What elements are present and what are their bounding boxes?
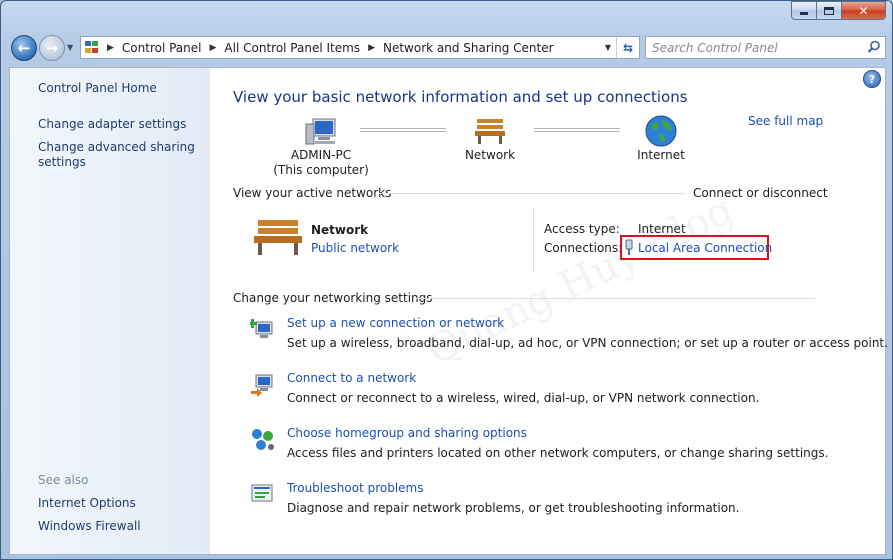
sidebar-change-advanced-sharing[interactable]: Change advanced sharing settings: [38, 140, 195, 170]
breadcrumb-control-panel[interactable]: Control Panel: [122, 41, 202, 55]
map-node-computer[interactable]: ADMIN-PC (This computer): [266, 116, 376, 178]
main-panel: Quang Huy Blog ? View your basic network…: [210, 68, 888, 554]
search-icon[interactable]: [867, 40, 881, 54]
breadcrumb-separator-icon[interactable]: ▶: [368, 43, 375, 53]
network-label: Network: [464, 148, 516, 162]
access-type-value: Internet: [638, 222, 686, 236]
map-node-network[interactable]: Network: [460, 116, 520, 163]
map-node-internet[interactable]: Internet: [630, 114, 692, 163]
section-divider: [415, 298, 815, 299]
help-button[interactable]: ?: [863, 70, 881, 88]
recent-pages-dropdown[interactable]: ▼: [67, 43, 77, 53]
bench-large-icon: [254, 220, 302, 255]
minimize-icon: [800, 12, 808, 15]
see-full-map-link[interactable]: See full map: [748, 114, 823, 128]
setup-connection-link[interactable]: Set up a new connection or network: [287, 316, 504, 330]
sidebar-control-panel-home[interactable]: Control Panel Home: [38, 81, 157, 96]
computer-subtitle: (This computer): [273, 163, 369, 177]
breadcrumb-all-items[interactable]: All Control Panel Items: [224, 41, 360, 55]
ethernet-plug-icon: [625, 239, 633, 255]
sidebar-internet-options[interactable]: Internet Options: [38, 496, 136, 511]
troubleshoot-link[interactable]: Troubleshoot problems: [287, 481, 423, 495]
local-area-connection-link[interactable]: Local Area Connection: [638, 241, 772, 255]
breadcrumb-root-arrow-icon[interactable]: ▶: [107, 43, 114, 53]
page-title: View your basic network information and …: [233, 88, 688, 106]
active-networks-heading: View your active networks: [233, 186, 392, 200]
map-connector: [534, 128, 620, 132]
sidebar-see-also-heading: See also: [38, 473, 89, 487]
minimize-button[interactable]: [791, 1, 817, 20]
window-frame: ✕ ← → ▼ ▶ Control Panel ▶ All Control Pa…: [0, 0, 893, 560]
homegroup-description: Access files and printers located on oth…: [287, 446, 829, 460]
setup-connection-description: Set up a wireless, broadband, dial-up, a…: [287, 336, 888, 350]
maximize-button[interactable]: [817, 1, 842, 20]
access-type-label: Access type:: [544, 222, 620, 236]
connect-or-disconnect-link[interactable]: Connect or disconnect: [693, 186, 828, 200]
connections-label: Connections:: [544, 241, 623, 255]
connect-network-icon: [251, 374, 273, 397]
caption-buttons: ✕: [791, 1, 886, 20]
refresh-icon: ⇆: [622, 40, 634, 55]
back-arrow-icon: ←: [17, 39, 31, 57]
change-settings-heading: Change your networking settings: [233, 291, 433, 305]
maximize-icon: [824, 6, 834, 15]
sidebar-change-advanced-line1: Change advanced sharing: [38, 140, 195, 154]
network-type-link[interactable]: Public network: [311, 241, 399, 255]
troubleshoot-description: Diagnose and repair network problems, or…: [287, 501, 740, 515]
forward-arrow-icon: →: [45, 39, 59, 57]
map-connector: [360, 128, 446, 132]
connect-network-description: Connect or reconnect to a wireless, wire…: [287, 391, 760, 405]
control-panel-icon: [85, 40, 101, 55]
help-icon: ?: [868, 72, 876, 86]
content-area: Control Panel Home Change adapter settin…: [9, 67, 888, 555]
connect-network-link[interactable]: Connect to a network: [287, 371, 416, 385]
refresh-button[interactable]: ⇆: [616, 37, 639, 58]
troubleshoot-icon: [251, 484, 273, 502]
globe-icon: [645, 115, 677, 147]
vertical-divider: [533, 207, 534, 272]
bench-icon: [475, 119, 505, 144]
sidebar-change-advanced-line2: settings: [38, 155, 86, 169]
breadcrumb-network-sharing[interactable]: Network and Sharing Center: [383, 41, 554, 55]
address-bar[interactable]: ▶ Control Panel ▶ All Control Panel Item…: [80, 36, 640, 59]
internet-label: Internet: [637, 148, 685, 162]
computer-name: ADMIN-PC: [290, 148, 352, 162]
homegroup-icon: [252, 429, 274, 450]
close-button[interactable]: ✕: [842, 1, 886, 20]
address-dropdown-icon[interactable]: ▼: [601, 37, 615, 58]
sidebar: Control Panel Home Change adapter settin…: [10, 68, 210, 554]
sidebar-windows-firewall[interactable]: Windows Firewall: [38, 519, 141, 534]
close-icon: ✕: [858, 3, 869, 18]
back-button[interactable]: ←: [11, 35, 37, 61]
breadcrumb: Control Panel ▶ All Control Panel Items …: [122, 41, 554, 55]
computer-icon: [305, 118, 336, 145]
search-placeholder: Search Control Panel: [652, 40, 778, 55]
search-input[interactable]: Search Control Panel: [645, 36, 886, 59]
forward-button[interactable]: →: [39, 35, 65, 61]
sidebar-change-adapter-settings[interactable]: Change adapter settings: [38, 117, 186, 132]
navigation-bar: ← → ▼ ▶ Control Panel ▶ All Control Pane…: [9, 33, 886, 61]
homegroup-link[interactable]: Choose homegroup and sharing options: [287, 426, 527, 440]
active-network-name: Network: [311, 223, 369, 237]
new-connection-icon: [250, 319, 273, 338]
breadcrumb-separator-icon[interactable]: ▶: [210, 43, 217, 53]
section-divider: [379, 193, 685, 194]
